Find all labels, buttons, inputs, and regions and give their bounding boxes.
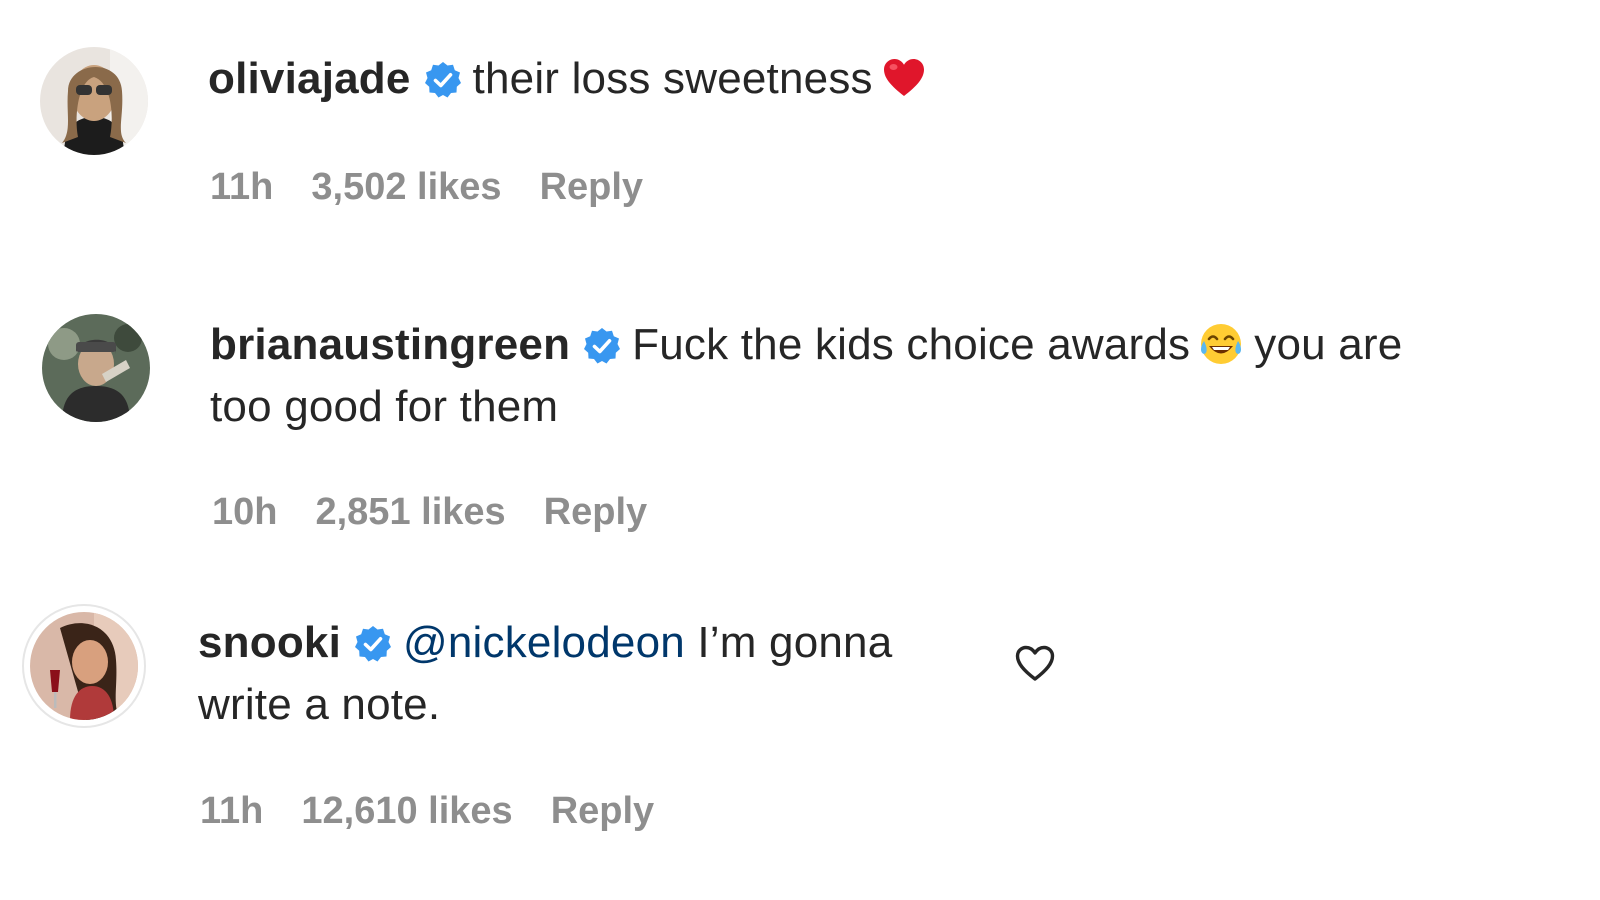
avatar[interactable]: [40, 47, 148, 155]
username[interactable]: oliviajade: [208, 54, 411, 103]
likes-count[interactable]: 3,502 likes: [311, 166, 501, 208]
comments-section: oliviajade their loss sweetness 11h 3,502 …: [0, 0, 1600, 900]
avatar[interactable]: [42, 314, 150, 422]
likes-count[interactable]: 12,610 likes: [301, 790, 512, 832]
comment-text: you are: [1254, 320, 1403, 369]
timestamp: 11h: [210, 166, 274, 208]
comment-body: oliviajade their loss sweetness: [208, 48, 937, 110]
comment-text: their loss sweetness: [472, 54, 873, 103]
comment-line-1: snooki @nickelodeon I’m gonna: [198, 612, 978, 674]
comment-body: snooki @nickelodeon I’m gonna write a not…: [198, 612, 978, 736]
comment-text: Fuck the kids choice awards: [632, 320, 1191, 369]
username[interactable]: snooki: [198, 618, 341, 667]
reply-button[interactable]: Reply: [551, 790, 654, 832]
comment-meta: 11h 12,610 likes Reply: [200, 790, 692, 833]
reply-button[interactable]: Reply: [540, 166, 643, 208]
verified-badge-icon: [353, 624, 393, 664]
tears-of-joy-emoji: [1198, 321, 1244, 367]
comment-line-1: brianaustingreen Fuck the kids choice awa…: [210, 314, 1530, 376]
verified-badge-icon: [582, 326, 622, 366]
likes-count[interactable]: 2,851 likes: [315, 491, 505, 533]
comment-line-2: too good for them: [210, 382, 559, 431]
username[interactable]: brianaustingreen: [210, 320, 570, 369]
timestamp: 11h: [200, 790, 264, 832]
like-heart-icon[interactable]: [1013, 642, 1057, 686]
comment-body: brianaustingreen Fuck the kids choice awa…: [210, 314, 1530, 438]
comment-text: I’m gonna: [697, 618, 893, 667]
reply-button[interactable]: Reply: [544, 491, 647, 533]
avatar[interactable]: [30, 612, 138, 720]
comment-line-2: write a note.: [198, 680, 441, 729]
mention-link[interactable]: @nickelodeon: [403, 618, 685, 667]
timestamp: 10h: [212, 491, 278, 533]
red-heart-emoji: [881, 55, 927, 101]
verified-badge-icon: [423, 60, 463, 100]
comment-meta: 10h 2,851 likes Reply: [212, 491, 685, 534]
comment-meta: 11h 3,502 likes Reply: [210, 166, 681, 209]
